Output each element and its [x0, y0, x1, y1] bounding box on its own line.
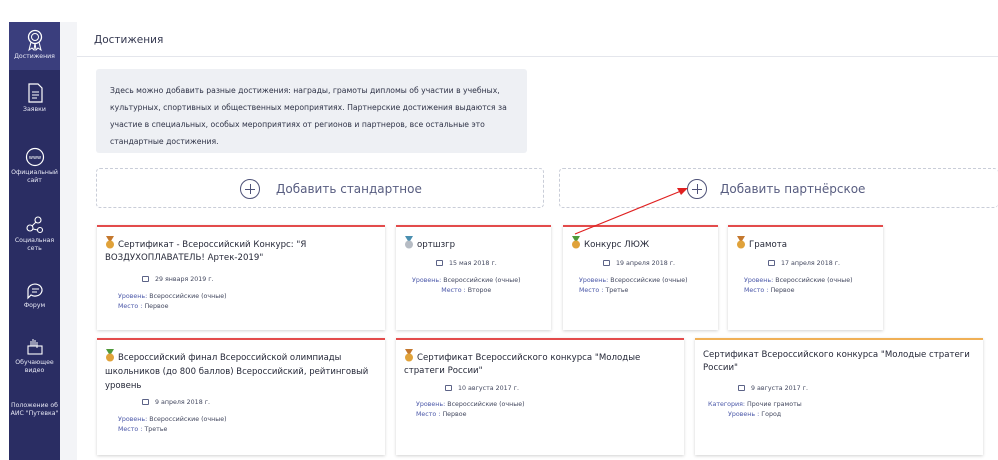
- app-root: Достижения Заявки www Официальный сайт С…: [0, 0, 998, 460]
- annotation-arrow: [574, 188, 688, 235]
